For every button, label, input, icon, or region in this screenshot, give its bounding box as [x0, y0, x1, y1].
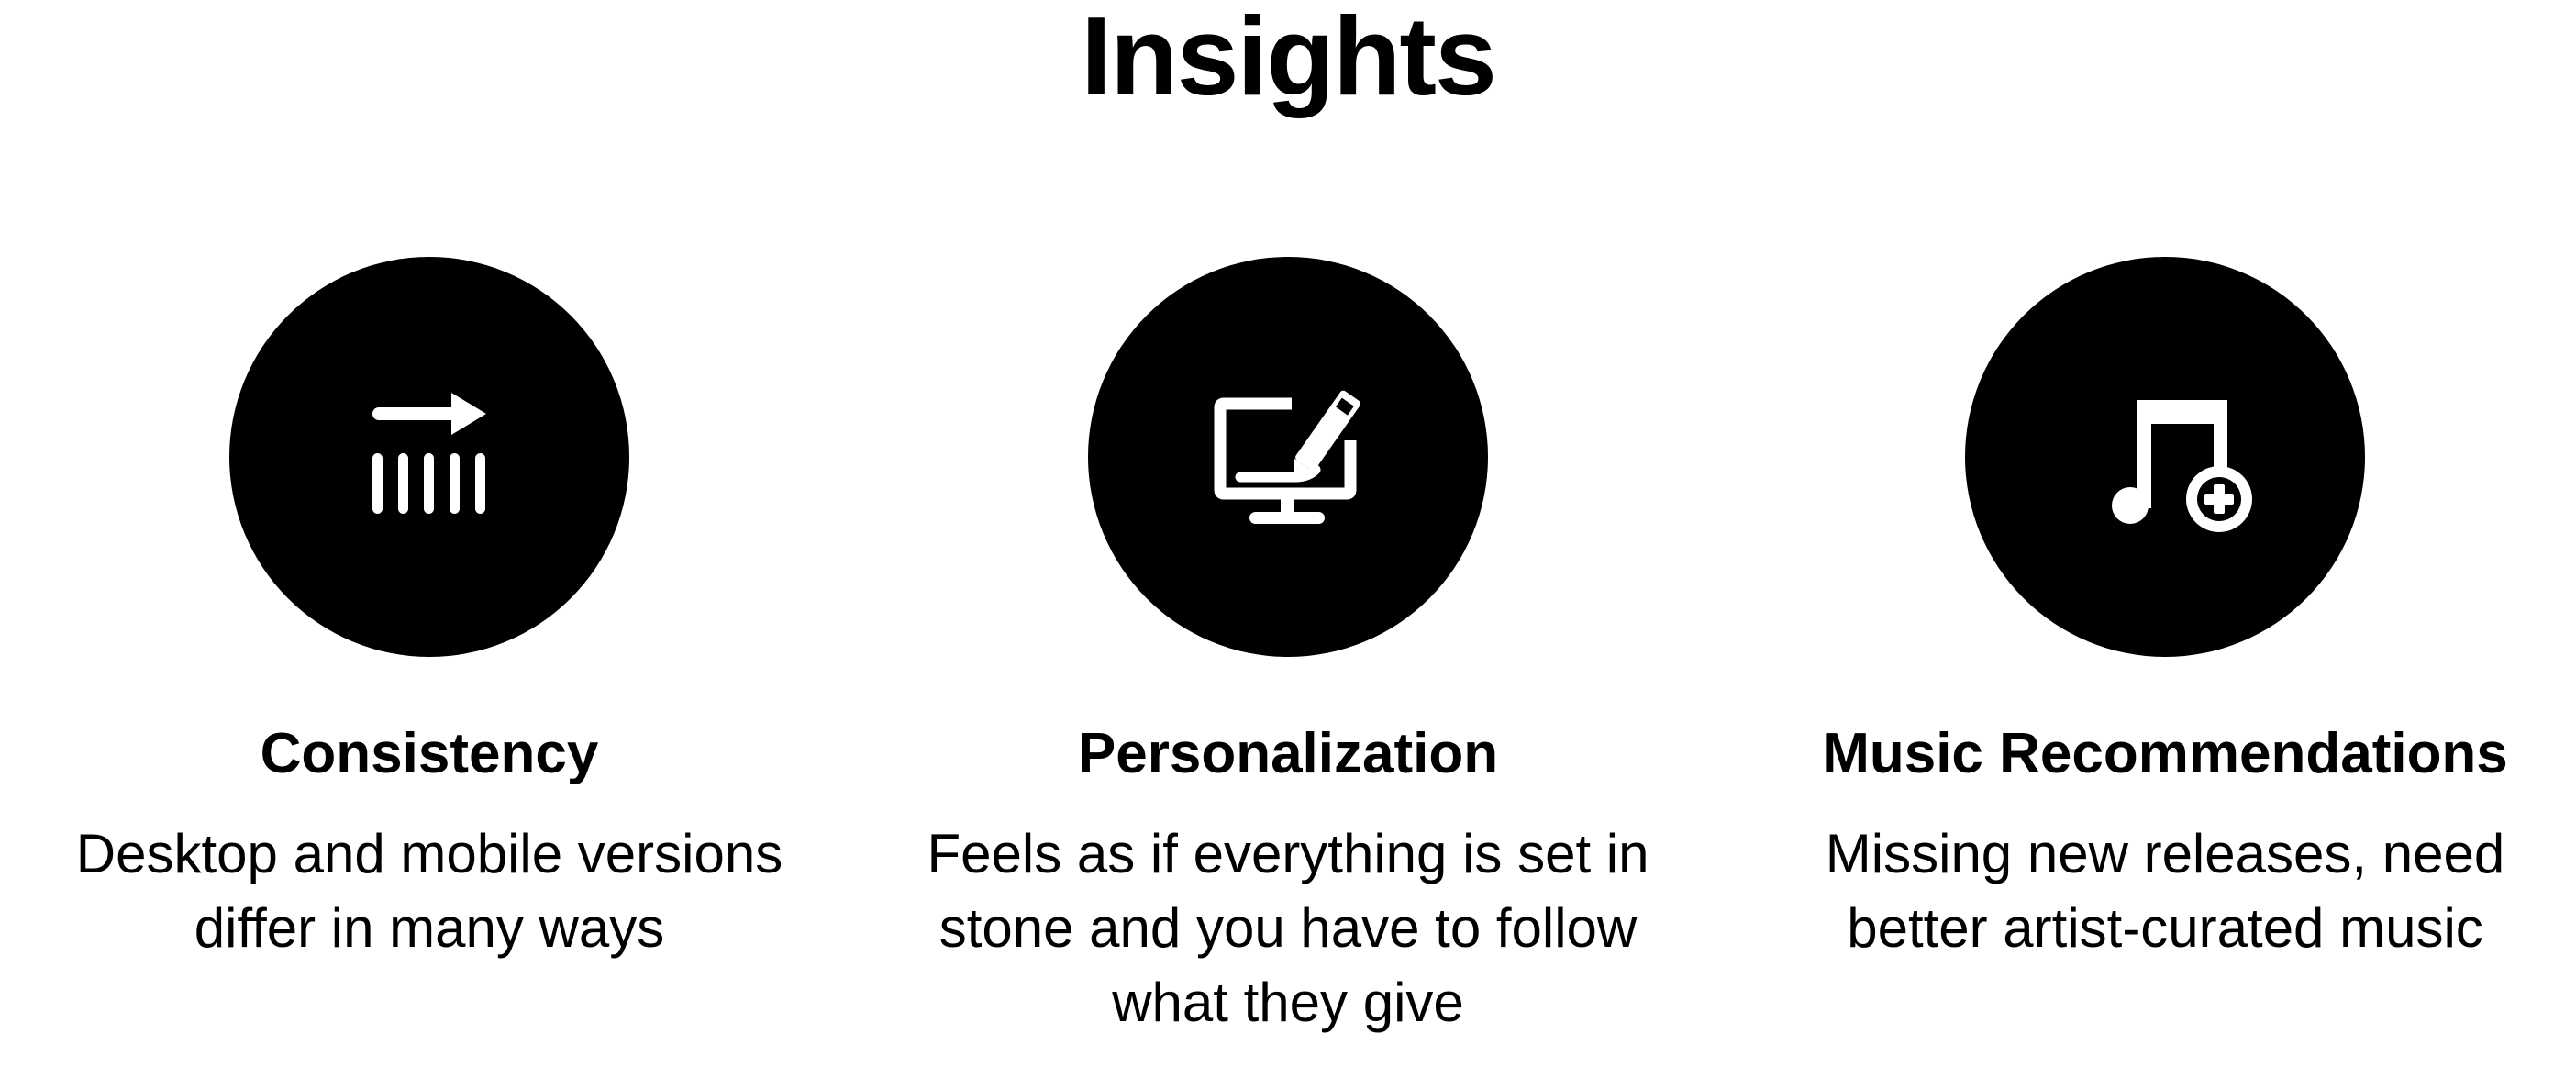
page-title: Insights — [1081, 0, 1497, 118]
monitor-pen-icon — [1214, 390, 1360, 524]
insight-description: Feels as if everything is set in stone a… — [927, 823, 1649, 1033]
insight-description: Desktop and mobile versions differ in ma… — [75, 823, 783, 959]
insight-icon-circle — [1965, 257, 2365, 657]
insight-card-personalization: Personalization Feels as if everything i… — [866, 257, 1710, 1039]
insight-icon-circle — [1088, 257, 1488, 657]
insight-card-consistency: Consistency Desktop and mobile versions … — [7, 257, 851, 965]
insight-icon-circle — [229, 257, 629, 657]
insight-title: Personalization — [1077, 722, 1499, 785]
insight-title: Consistency — [260, 722, 599, 785]
insight-description: Missing new releases, need better artist… — [1825, 823, 2505, 959]
music-note-add-icon — [2112, 400, 2252, 532]
arrow-over-bars-icon — [372, 393, 486, 514]
insight-title: Music Recommendations — [1822, 722, 2508, 785]
insight-card-music-recommendations: Music Recommendations Missing new releas… — [1743, 257, 2576, 965]
